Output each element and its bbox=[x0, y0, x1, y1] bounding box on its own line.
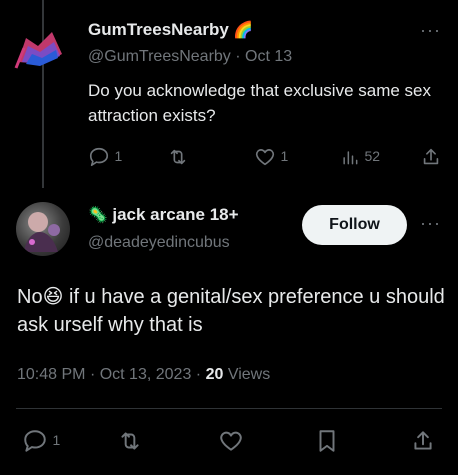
avatar-deadeyedincubus[interactable] bbox=[16, 202, 70, 256]
views-label: Views bbox=[227, 366, 271, 383]
reply-count: 1 bbox=[52, 432, 61, 449]
view-count: 52 bbox=[364, 148, 381, 165]
reply-button[interactable]: 1 bbox=[88, 146, 122, 168]
reply-to-text: Do you acknowledge that exclusive same s… bbox=[88, 81, 432, 125]
laughing-emoji: 😆 bbox=[42, 286, 64, 308]
like-button[interactable] bbox=[218, 428, 244, 459]
retweet-icon bbox=[170, 149, 186, 165]
tweet-date[interactable]: Oct 13, 2023 bbox=[100, 366, 192, 383]
tweet-text: No😆 if u have a genital/sex preference u… bbox=[17, 283, 447, 339]
avatar-gumtreesnearby[interactable] bbox=[12, 18, 68, 74]
tweet-header: 🦠 jack arcane 18+ bbox=[88, 205, 239, 225]
separator-dot: · bbox=[235, 48, 241, 65]
bookmark-button[interactable] bbox=[314, 428, 340, 459]
retweet-icon bbox=[121, 432, 139, 450]
like-button[interactable]: 1 bbox=[254, 146, 288, 168]
tweet-handle[interactable]: @deadeyedincubus bbox=[88, 234, 230, 252]
tweet-text-rest: if u have a genital/sex preference u sho… bbox=[17, 286, 445, 336]
reply-to-actions: 1 1 52 bbox=[88, 146, 448, 172]
heart-icon bbox=[255, 149, 275, 166]
reply-to-display-name[interactable]: GumTreesNearby bbox=[88, 20, 229, 39]
views-count: 20 bbox=[205, 366, 224, 383]
share-icon bbox=[414, 431, 432, 450]
views-button[interactable]: 52 bbox=[340, 146, 380, 168]
more-options-icon[interactable]: ··· bbox=[420, 20, 441, 41]
profile-photo-icon bbox=[24, 212, 60, 252]
more-options-icon[interactable]: ··· bbox=[420, 213, 441, 234]
tweet-display-name[interactable]: jack arcane 18+ bbox=[112, 205, 238, 224]
reply-to-handle[interactable]: @GumTreesNearby bbox=[88, 48, 231, 65]
reply-to-header: GumTreesNearby 🌈 bbox=[88, 20, 253, 40]
tweet-text-start: No bbox=[17, 286, 43, 308]
tweet-meta: 10:48 PM · Oct 13, 2023 · 20 Views bbox=[17, 366, 270, 384]
like-count: 1 bbox=[280, 148, 289, 165]
reply-count: 1 bbox=[114, 148, 123, 165]
rainbow-emoji: 🌈 bbox=[233, 22, 254, 39]
tweet-time[interactable]: 10:48 PM bbox=[17, 366, 85, 383]
share-icon bbox=[423, 148, 439, 165]
reply-icon bbox=[24, 430, 46, 452]
separator-dot: · bbox=[89, 366, 96, 383]
divider bbox=[16, 408, 442, 409]
share-button[interactable] bbox=[410, 428, 436, 459]
reply-to-meta: @GumTreesNearby · Oct 13 bbox=[88, 48, 292, 66]
share-button[interactable] bbox=[420, 146, 442, 173]
microbe-emoji: 🦠 bbox=[88, 207, 108, 224]
analytics-icon bbox=[343, 151, 358, 165]
heart-icon bbox=[220, 431, 242, 451]
follow-button[interactable]: Follow bbox=[302, 205, 407, 245]
pride-flag-avatar-icon bbox=[14, 32, 62, 69]
separator-dot: · bbox=[195, 366, 202, 383]
retweet-button[interactable] bbox=[116, 428, 144, 459]
reply-to-date[interactable]: Oct 13 bbox=[245, 48, 292, 65]
reply-icon bbox=[89, 147, 109, 167]
reply-button[interactable]: 1 bbox=[22, 428, 60, 454]
retweet-button[interactable] bbox=[166, 146, 190, 173]
bookmark-icon bbox=[319, 430, 335, 452]
tweet-actions: 1 bbox=[16, 428, 442, 456]
